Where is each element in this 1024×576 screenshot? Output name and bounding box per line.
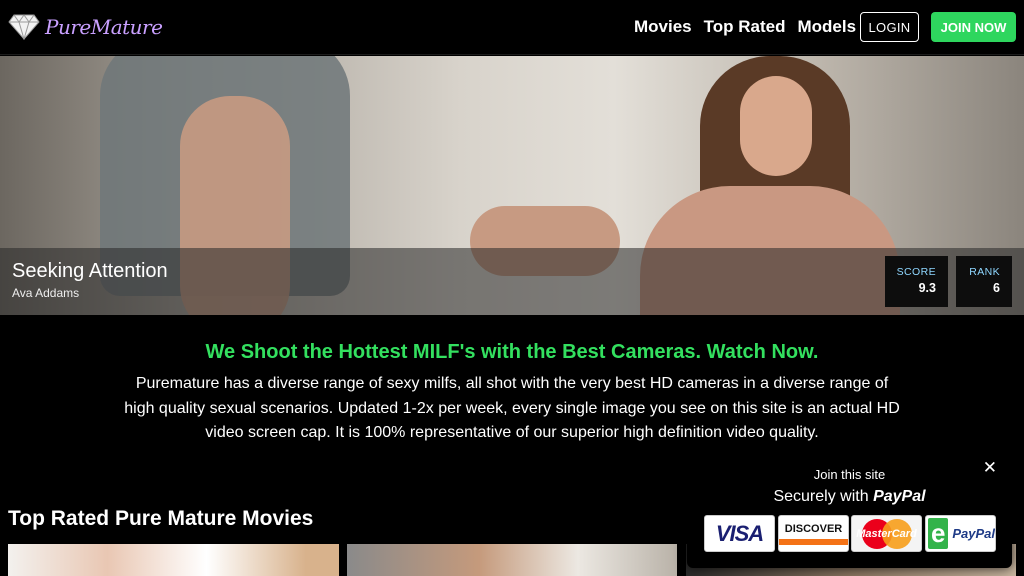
movie-thumbnail[interactable] xyxy=(347,544,677,576)
popup-subtitle: Join this site xyxy=(813,467,886,482)
discover-card-icon: DISCOVER xyxy=(778,515,849,552)
join-now-button[interactable]: JOIN NOW xyxy=(931,12,1016,42)
rank-label: RANK xyxy=(969,266,1000,278)
site-header: PureMature Movies Top Rated Models LOGIN… xyxy=(0,0,1024,55)
login-button[interactable]: LOGIN xyxy=(860,12,919,42)
main-nav: Movies Top Rated Models xyxy=(634,17,856,37)
intro-text: Puremature has a diverse range of sexy m… xyxy=(124,375,900,442)
rank-value: 6 xyxy=(993,281,1000,295)
paypal-card-icon: e PayPal xyxy=(925,515,996,552)
popup-title-brand: PayPal xyxy=(873,488,926,505)
popup-title-prefix: Securely with xyxy=(773,488,869,505)
hero-image-figure-right-face xyxy=(740,76,812,176)
popup-title: Securely with PayPal xyxy=(687,488,1012,506)
hero-model-name[interactable]: Ava Addams xyxy=(12,286,79,300)
score-badge: SCORE 9.3 xyxy=(885,256,948,307)
diamond-icon xyxy=(8,14,40,40)
nav-models[interactable]: Models xyxy=(798,17,857,37)
rank-badge: RANK 6 xyxy=(956,256,1012,307)
logo-text: PureMature xyxy=(45,15,163,39)
mastercard-icon: MasterCard xyxy=(851,515,922,552)
discover-stripe xyxy=(779,538,848,545)
intro-heading: We Shoot the Hottest MILF's with the Bes… xyxy=(205,341,819,363)
paypal-e-icon: e xyxy=(928,518,949,549)
visa-card-icon: VISA xyxy=(704,515,775,552)
score-value: 9.3 xyxy=(918,281,936,295)
site-logo[interactable]: PureMature xyxy=(8,14,163,40)
payment-popup: ✕ Join this site Securely with PayPal VI… xyxy=(687,458,1012,568)
movie-thumbnail[interactable] xyxy=(8,544,339,576)
hero-banner[interactable]: Seeking Attention Ava Addams SCORE 9.3 R… xyxy=(0,56,1024,315)
top-rated-section-title: Top Rated Pure Mature Movies xyxy=(8,507,314,530)
nav-top-rated[interactable]: Top Rated xyxy=(704,17,786,37)
hero-title[interactable]: Seeking Attention xyxy=(12,260,168,283)
nav-movies[interactable]: Movies xyxy=(634,17,692,37)
score-label: SCORE xyxy=(896,266,936,278)
